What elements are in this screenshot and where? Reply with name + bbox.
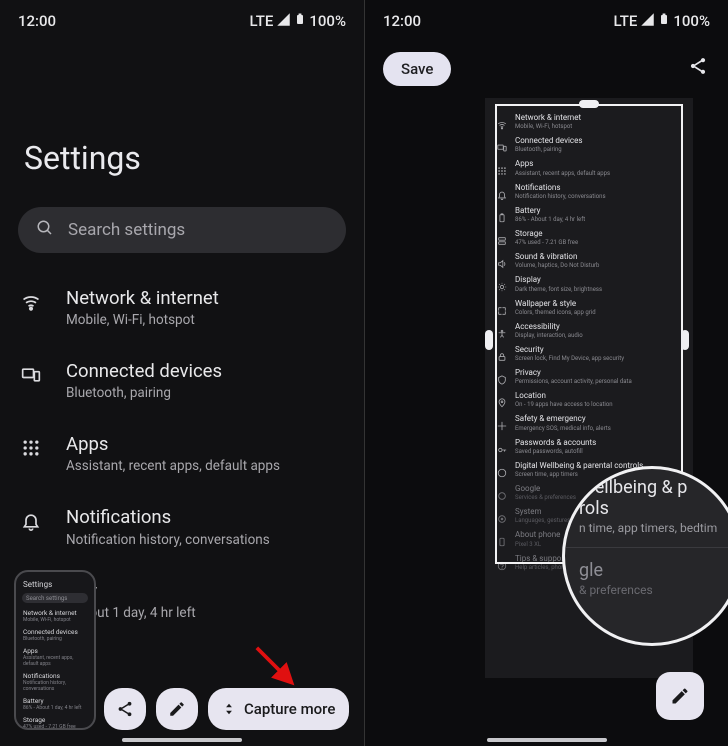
devices-icon (20, 364, 42, 386)
mag-line1-sub: n time, app timers, bedtim (579, 521, 725, 535)
share-button[interactable] (104, 688, 146, 730)
gesture-bar (122, 738, 242, 742)
battery-percent: 100% (673, 12, 710, 30)
status-bar: 12:00 LTE 100% (365, 0, 728, 34)
settings-item-bell[interactable]: Notifications Notification history, conve… (0, 490, 364, 563)
search-input[interactable]: Search settings (18, 207, 346, 253)
network-label: LTE (613, 12, 637, 30)
search-icon (36, 219, 54, 241)
share-button[interactable] (688, 56, 708, 80)
save-button[interactable]: Save (383, 52, 451, 86)
item-title: Network & internet (66, 287, 219, 310)
crop-handle-right[interactable] (681, 330, 689, 350)
screenshot-thumbnail[interactable]: Settings Search settings Network & inter… (14, 570, 96, 730)
status-right: LTE 100% (613, 11, 710, 31)
network-label: LTE (249, 12, 273, 30)
thumb-row: NotificationsNotification history, conve… (20, 670, 90, 695)
thumb-row: Network & internetMobile, Wi-Fi, hotspot (20, 607, 90, 626)
magnifier: Wellbeing & p rols n time, app timers, b… (562, 466, 728, 646)
crop-handle-top[interactable] (579, 100, 599, 108)
item-subtitle: Notification history, conversations (66, 532, 270, 548)
settings-item-wifi[interactable]: Network & internet Mobile, Wi-Fi, hotspot (0, 271, 364, 344)
wifi-icon (20, 291, 42, 313)
capture-more-label: Capture more (244, 700, 335, 718)
thumb-row: AppsAssistant, recent apps, default apps (20, 645, 90, 670)
phone-right: 12:00 LTE 100% Save Network & internetMo… (364, 0, 728, 746)
settings-item-devices[interactable]: Connected devices Bluetooth, pairing (0, 344, 364, 417)
annotation-arrow (255, 646, 301, 696)
screenshot-toolbar: Capture more (104, 688, 349, 730)
item-subtitle: Bluetooth, pairing (66, 385, 222, 401)
mag-line2-sub: & preferences (579, 583, 725, 597)
gesture-bar (487, 738, 607, 742)
search-placeholder: Search settings (68, 220, 185, 240)
item-title: Connected devices (66, 360, 222, 383)
thumb-title: Settings (20, 576, 90, 591)
item-title: Notifications (66, 506, 270, 529)
thumb-row: Battery86% - About 1 day, 4 hr left (20, 695, 90, 714)
item-subtitle: Assistant, recent apps, default apps (66, 458, 280, 474)
thumb-search: Search settings (22, 593, 88, 603)
signal-icon (276, 12, 291, 31)
status-right: LTE 100% (249, 11, 346, 31)
signal-icon (640, 12, 655, 31)
apps-icon (20, 437, 42, 459)
thumb-row: Connected devicesBluetooth, pairing (20, 626, 90, 645)
item-subtitle: Mobile, Wi-Fi, hotspot (66, 312, 219, 328)
item-title: Apps (66, 433, 280, 456)
page-title: Settings (0, 34, 364, 177)
clock: 12:00 (18, 12, 56, 30)
mag-line2-title: gle (579, 560, 725, 581)
mag-line1-title2: rols (579, 498, 725, 519)
phone-left: 12:00 LTE 100% Settings Search settings … (0, 0, 364, 746)
bell-icon (20, 510, 42, 532)
status-bar: 12:00 LTE 100% (0, 0, 364, 34)
edit-button[interactable] (156, 688, 198, 730)
expand-icon (222, 700, 236, 718)
clock: 12:00 (383, 12, 421, 30)
battery-icon (658, 11, 670, 31)
thumb-row: Storage47% used - 7.21 GB free (20, 714, 90, 733)
crop-handle-left[interactable] (485, 330, 493, 350)
battery-percent: 100% (309, 12, 346, 30)
settings-item-apps[interactable]: Apps Assistant, recent apps, default apps (0, 417, 364, 490)
edit-fab[interactable] (656, 672, 704, 720)
battery-icon (294, 11, 306, 31)
